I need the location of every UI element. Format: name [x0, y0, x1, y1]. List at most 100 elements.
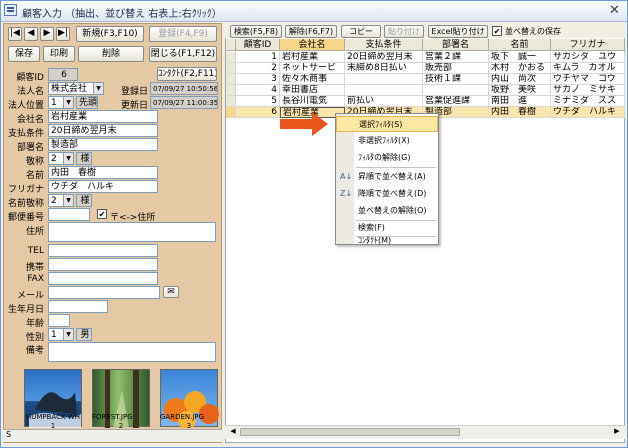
- table-cell[interactable]: [345, 85, 423, 96]
- zip-addr-checkbox[interactable]: ✔: [97, 209, 107, 219]
- table-cell[interactable]: 2: [236, 63, 280, 74]
- honorific-select[interactable]: 2 ▼: [48, 152, 74, 165]
- new-button[interactable]: 新規(F3,F10): [76, 26, 144, 42]
- age-field[interactable]: [48, 314, 70, 327]
- table-cell[interactable]: 6: [236, 107, 280, 118]
- row-selector[interactable]: [226, 96, 236, 107]
- table-cell[interactable]: 営業促進課: [423, 96, 489, 107]
- context-menu-item[interactable]: 並べ替えの解除(O): [336, 203, 438, 219]
- save-button[interactable]: 保存: [8, 46, 40, 62]
- table-cell[interactable]: 岩村産業: [280, 52, 345, 63]
- context-menu-item[interactable]: A↓ 昇順で並べ替え(A): [336, 169, 438, 185]
- last-record-button[interactable]: ▶|: [56, 27, 70, 41]
- mobile-field[interactable]: [48, 258, 158, 271]
- table-cell[interactable]: 南田 進: [489, 96, 551, 107]
- search-button[interactable]: 検索(F5,F8): [230, 25, 282, 38]
- gender-select[interactable]: 1 ▼: [48, 328, 74, 341]
- print-button[interactable]: 印刷: [43, 46, 75, 62]
- register-button[interactable]: 登録(F4,F9): [149, 26, 217, 42]
- dept-field[interactable]: 製造部: [48, 138, 158, 151]
- col-header-dept[interactable]: 部署名: [423, 39, 489, 51]
- table-cell[interactable]: 技術１課: [423, 74, 489, 85]
- clear-button[interactable]: 解除(F6,F7): [285, 25, 337, 38]
- table-cell[interactable]: 営業２課: [423, 52, 489, 63]
- company-field[interactable]: 岩村産業: [48, 110, 158, 123]
- table-cell[interactable]: ウチヤマ コウ: [551, 74, 625, 85]
- row-selector[interactable]: [226, 52, 236, 63]
- first-record-button[interactable]: |◀: [8, 27, 22, 41]
- birth-field[interactable]: [48, 300, 108, 313]
- contact-button[interactable]: ｺﾝﾀｸﾄ(F2,F11): [157, 67, 217, 81]
- furigana-field[interactable]: ウチダ ハルキ: [48, 180, 158, 193]
- close-button[interactable]: 閉じる(F1,F12): [149, 46, 217, 62]
- table-cell[interactable]: ミナミダ スス: [551, 96, 625, 107]
- context-menu-item[interactable]: Z↓ 降順で並べ替え(D): [336, 186, 438, 202]
- row-selector[interactable]: [226, 74, 236, 85]
- mail-send-icon[interactable]: ✉: [163, 286, 179, 298]
- context-menu-item[interactable]: 選択ﾌｨﾙﾀ(S): [336, 116, 438, 132]
- chevron-down-icon[interactable]: ▼: [63, 153, 73, 164]
- table-cell[interactable]: 幸田書店: [280, 85, 345, 96]
- table-cell[interactable]: ウチダ ハルキ: [551, 107, 625, 118]
- excel-paste-button[interactable]: Excel貼り付け: [428, 25, 488, 38]
- table-cell[interactable]: 4: [236, 85, 280, 96]
- table-cell[interactable]: 長谷川電気: [280, 96, 345, 107]
- name-hon-select[interactable]: 2 ▼: [48, 194, 74, 207]
- corp-name-select[interactable]: 株式会社 ▼: [48, 82, 104, 95]
- paste-button[interactable]: 貼り付け: [384, 25, 424, 38]
- delete-button[interactable]: 削除: [78, 46, 144, 62]
- left-scrollbar[interactable]: [3, 429, 222, 442]
- chevron-down-icon[interactable]: ▼: [93, 83, 103, 94]
- table-cell[interactable]: 内田 春樹: [489, 107, 551, 118]
- save-sort-checkbox[interactable]: ✔: [492, 26, 502, 36]
- table-cell[interactable]: サカシタ ユウ: [551, 52, 625, 63]
- row-selector[interactable]: [226, 85, 236, 96]
- table-cell[interactable]: 末締め8日払い: [345, 63, 423, 74]
- chevron-down-icon[interactable]: ▼: [63, 195, 73, 206]
- address-field[interactable]: [48, 222, 216, 242]
- next-record-button[interactable]: ▶: [40, 27, 54, 41]
- table-cell[interactable]: 坂野 美咲: [489, 85, 551, 96]
- corp-pos-select[interactable]: 1 ▼: [48, 96, 74, 109]
- zip-field[interactable]: [48, 208, 90, 221]
- scroll-right-icon[interactable]: ▶: [612, 427, 622, 437]
- col-header-name[interactable]: 名前: [489, 39, 551, 51]
- scroll-left-icon[interactable]: ◀: [228, 427, 238, 437]
- scroll-thumb[interactable]: [240, 428, 460, 436]
- prev-record-button[interactable]: ◀: [24, 27, 38, 41]
- chevron-down-icon[interactable]: ▼: [63, 329, 73, 340]
- table-cell[interactable]: [423, 85, 489, 96]
- chevron-down-icon[interactable]: ▼: [63, 97, 73, 108]
- name-field[interactable]: 内田 春樹: [48, 166, 158, 179]
- table-cell[interactable]: 坂下 誠一: [489, 52, 551, 63]
- context-menu-item[interactable]: 検索(F): [336, 220, 438, 236]
- table-cell[interactable]: [345, 74, 423, 85]
- table-cell[interactable]: 20日締め翌月末: [345, 52, 423, 63]
- table-cell[interactable]: 販売部: [423, 63, 489, 74]
- mail-field[interactable]: [48, 286, 160, 299]
- table-cell[interactable]: ネットサービ: [280, 63, 345, 74]
- close-window-icon[interactable]: ✕: [607, 3, 622, 18]
- table-cell[interactable]: 佐々木商事: [280, 74, 345, 85]
- table-cell[interactable]: 5: [236, 96, 280, 107]
- col-header-payment[interactable]: 支払条件: [345, 39, 423, 51]
- notes-field[interactable]: [48, 342, 216, 362]
- table-cell[interactable]: サカノ ミサキ: [551, 85, 625, 96]
- table-cell[interactable]: キムラ カオル: [551, 63, 625, 74]
- copy-button[interactable]: コピー: [341, 25, 381, 38]
- payment-field[interactable]: 20日締め翌月末: [48, 124, 158, 137]
- col-header-company[interactable]: 会社名: [280, 39, 345, 51]
- context-menu-item[interactable]: ﾌｨﾙﾀの解除(G): [336, 150, 438, 166]
- context-menu-item[interactable]: 非選択ﾌｨﾙﾀ(X): [336, 133, 438, 149]
- table-cell[interactable]: 1: [236, 52, 280, 63]
- col-header-furigana[interactable]: フリガナ: [551, 39, 625, 51]
- tel-field[interactable]: [48, 244, 158, 257]
- table-cell[interactable]: 木村 かおる: [489, 63, 551, 74]
- row-selector[interactable]: [226, 107, 236, 118]
- fax-field[interactable]: [48, 272, 158, 285]
- table-cell[interactable]: 前払い: [345, 96, 423, 107]
- col-header-customer-id[interactable]: 顧客ID: [236, 39, 280, 51]
- table-cell[interactable]: 内山 尚次: [489, 74, 551, 85]
- table-cell[interactable]: 3: [236, 74, 280, 85]
- context-menu-item[interactable]: ｺﾝﾀｸﾄ(M): [336, 236, 438, 246]
